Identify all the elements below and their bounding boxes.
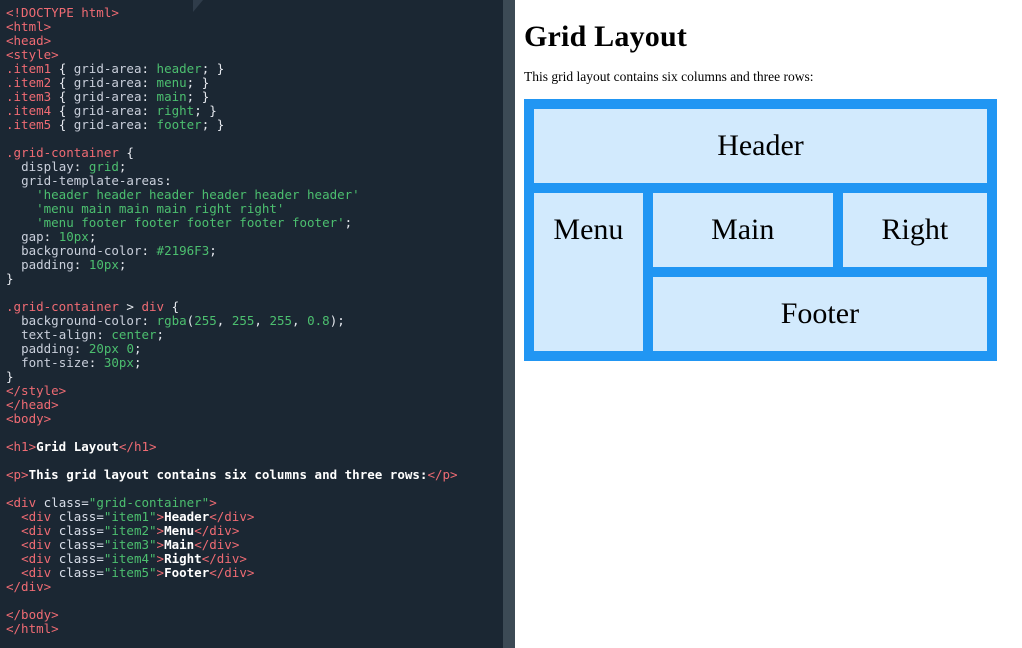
grid-cell-menu: Menu [534, 193, 643, 351]
page-title: Grid Layout [524, 20, 688, 53]
grid-cell-main: Main [652, 193, 833, 267]
app-root: <!DOCTYPE html> <html> <head> <style> .i… [0, 0, 1022, 648]
preview-pane: Grid Layout This grid layout contains si… [515, 0, 1022, 648]
code-editor-pane[interactable]: <!DOCTYPE html> <html> <head> <style> .i… [0, 0, 503, 648]
grid-container: Header Menu Main Right Footer [524, 99, 997, 361]
grid-cell-footer: Footer [652, 277, 987, 351]
grid-cell-header: Header [534, 109, 987, 183]
pane-divider[interactable] [503, 0, 515, 648]
page-description: This grid layout contains six columns an… [524, 69, 814, 84]
grid-cell-right: Right [842, 193, 987, 267]
code-editor-content[interactable]: <!DOCTYPE html> <html> <head> <style> .i… [0, 0, 503, 636]
